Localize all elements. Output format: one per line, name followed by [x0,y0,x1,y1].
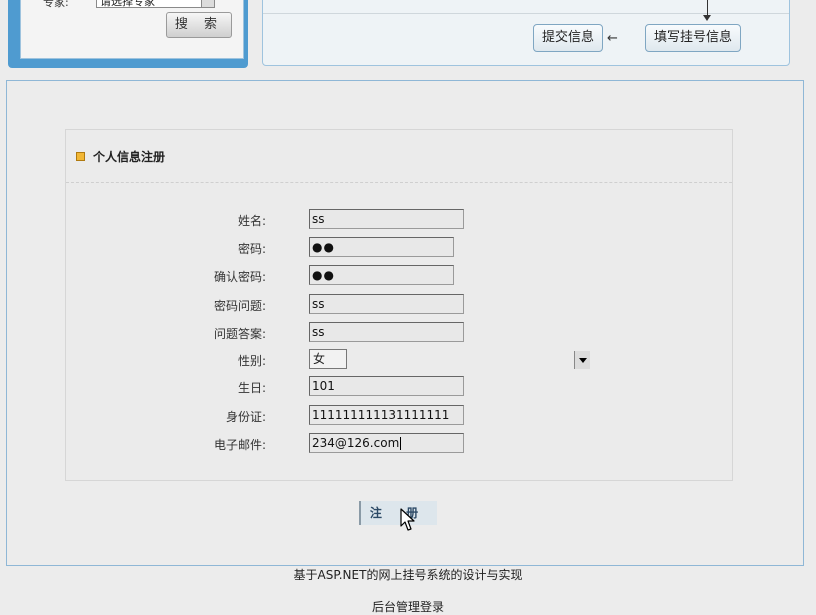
form-row-email: 电子邮件: 234@126.com [66,433,732,457]
birthday-field[interactable]: 101 [309,376,464,396]
password-label: 密码: [237,242,266,256]
search-label: 专家: [43,0,69,9]
form-row-gender: 性别: 女 [66,349,732,373]
flow-step-fill-registration: 填写挂号信息 [645,24,742,52]
security-question-label: 密码问题: [213,299,266,313]
confirm-password-field[interactable]: ●● [309,265,454,285]
form-row-id-card: 身份证: 111111111131111111 [66,405,732,429]
chevron-down-icon[interactable] [574,351,590,369]
search-button[interactable]: 搜 索 [166,12,232,38]
security-answer-label: 问题答案: [213,327,266,341]
form-row-name: 姓名: ss [66,209,732,233]
arrow-down-head-icon [703,15,711,21]
form-row-birthday: 生日: 101 [66,376,732,400]
registration-form: 个人信息注册 姓名: ss 密码: ●● 确认密码: ●● 密码问题: ss 问… [65,129,733,481]
form-row-confirm-password: 确认密码: ●● [66,265,732,289]
gender-label: 性别: [237,354,266,368]
registration-flow-box: 提交信息 ← 填写挂号信息 [262,0,790,66]
birthday-label: 生日: [237,381,266,395]
flow-step-submit-info: 提交信息 [533,24,604,52]
security-question-field[interactable]: ss [309,294,464,314]
name-label: 姓名: [237,214,266,228]
mouse-pointer-icon [400,508,415,531]
text-caret [400,437,402,450]
register-button[interactable]: 注 册 [359,501,437,525]
form-header: 个人信息注册 [66,130,732,183]
email-label: 电子邮件: [213,438,266,452]
id-card-field[interactable]: 111111111131111111 [309,405,464,425]
confirm-password-label: 确认密码: [213,270,266,284]
gender-value: 女 [313,352,326,366]
flow-divider [263,13,789,14]
square-bullet-icon [76,152,85,161]
password-field[interactable]: ●● [309,237,454,257]
admin-login-link[interactable]: 后台管理登录 [0,598,816,615]
search-panel-inner: 专家: 请选择专家 搜 索 [20,0,244,59]
form-row-security-answer: 问题答案: ss [66,322,732,346]
id-card-label: 身份证: [225,410,266,424]
footer-title: 基于ASP.NET的网上挂号系统的设计与实现 [293,568,523,582]
gender-select[interactable]: 女 [309,349,590,369]
form-row-password: 密码: ●● [66,237,732,261]
search-panel: 专家: 请选择专家 搜 索 [8,0,248,68]
form-row-security-question: 密码问题: ss [66,294,732,318]
security-answer-field[interactable]: ss [309,322,464,342]
expert-select[interactable]: 请选择专家 [96,0,204,8]
main-panel: 个人信息注册 姓名: ss 密码: ●● 确认密码: ●● 密码问题: ss 问… [6,80,804,566]
chevron-down-icon[interactable] [201,0,215,8]
name-field[interactable]: ss [309,209,464,229]
email-value: 234@126.com [312,436,400,450]
email-field[interactable]: 234@126.com [309,433,464,453]
form-title: 个人信息注册 [93,150,166,164]
arrow-left-icon: ← [607,31,618,46]
